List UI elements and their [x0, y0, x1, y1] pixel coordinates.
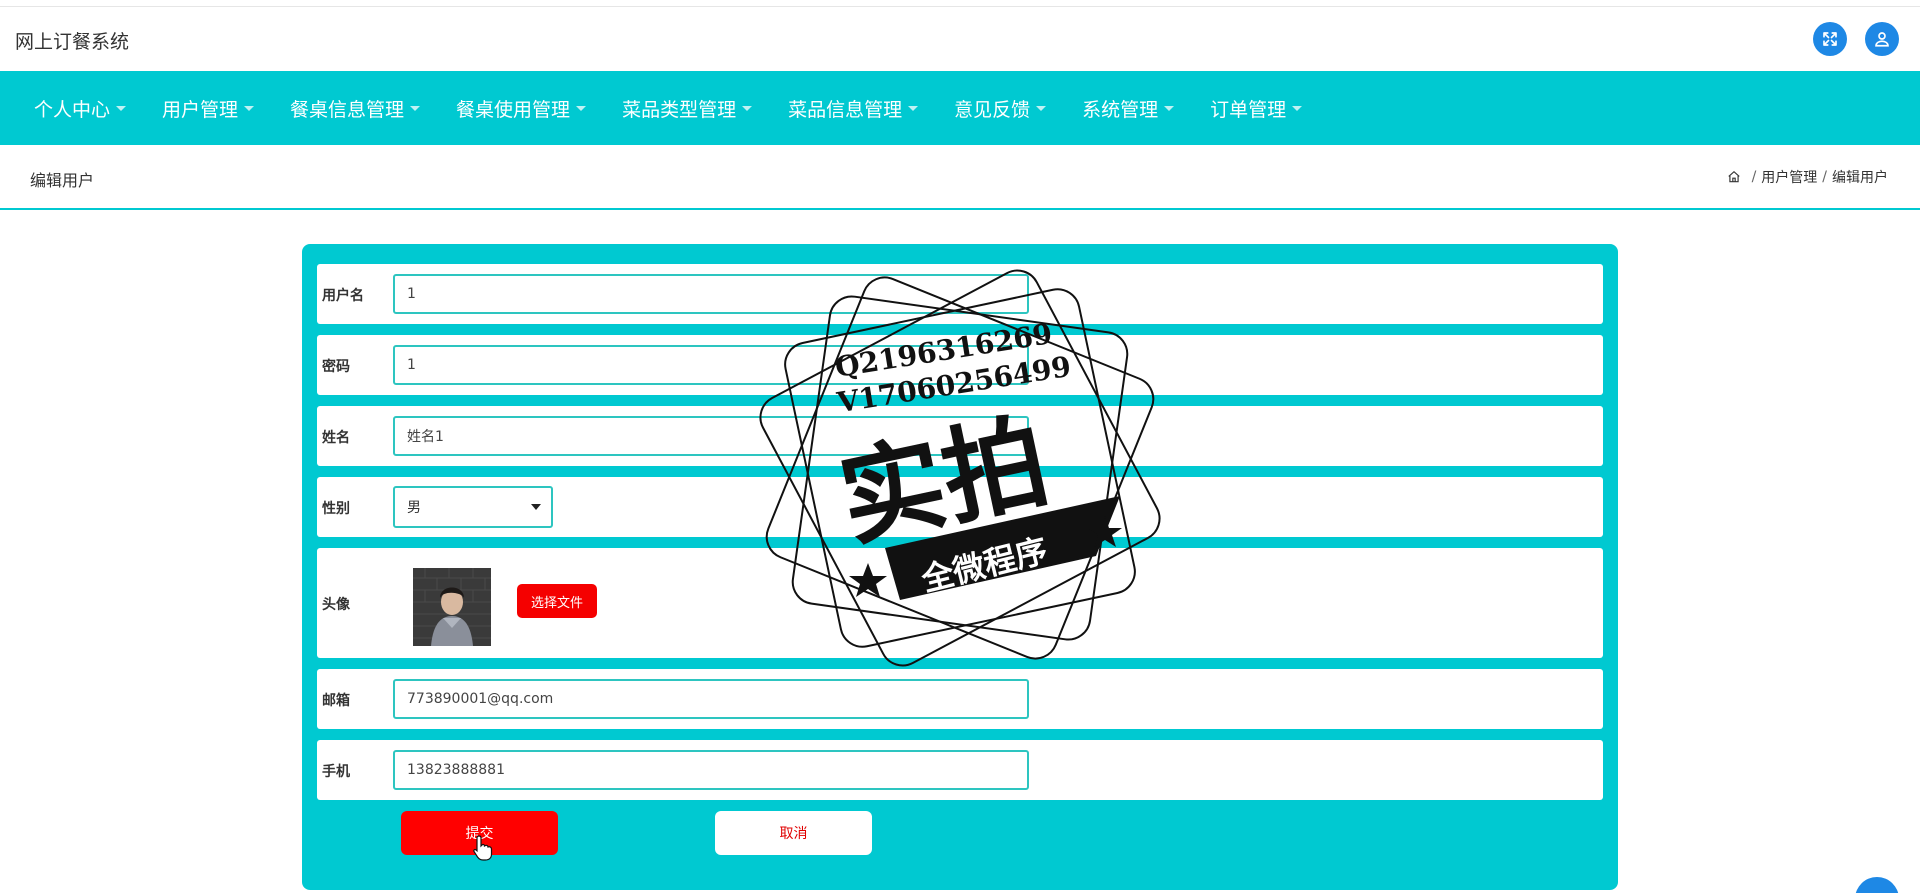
- main-nav: 个人中心 用户管理 餐桌信息管理 餐桌使用管理 菜品类型管理 菜品信息管理 意见…: [0, 71, 1920, 145]
- caret-down-icon: [1292, 105, 1303, 111]
- phone-label: 手机: [322, 764, 350, 780]
- floating-action-button[interactable]: [1855, 877, 1899, 893]
- user-icon: [1875, 32, 1889, 47]
- user-button[interactable]: [1865, 22, 1899, 56]
- fullscreen-button[interactable]: [1813, 22, 1847, 56]
- avatar-label: 头像: [322, 597, 350, 613]
- password-label: 密码: [322, 359, 350, 375]
- nav-item-label: 菜品类型管理: [622, 98, 737, 121]
- nav-item-user-management[interactable]: 用户管理: [162, 95, 255, 122]
- nav-item-label: 餐桌使用管理: [456, 98, 571, 121]
- choose-file-button[interactable]: 选择文件: [517, 584, 597, 618]
- nav-item-feedback[interactable]: 意见反馈: [954, 95, 1047, 122]
- hand-cursor-icon: [473, 835, 493, 861]
- nav-item-label: 个人中心: [34, 98, 111, 121]
- nav-item-label: 意见反馈: [954, 98, 1031, 121]
- home-icon[interactable]: [1727, 170, 1741, 184]
- nav-item-label: 系统管理: [1082, 98, 1159, 121]
- nav-item-personal-center[interactable]: 个人中心: [34, 95, 127, 122]
- caret-down-icon: [576, 105, 587, 111]
- breadcrumb: / 用户管理 / 编辑用户: [1727, 167, 1888, 187]
- breadcrumb-item-edit-user: 编辑用户: [1832, 170, 1888, 186]
- caret-down-icon: [908, 105, 919, 111]
- expand-icon: [1823, 32, 1837, 46]
- email-input[interactable]: [393, 679, 1029, 719]
- phone-input[interactable]: [393, 750, 1029, 790]
- caret-down-icon: [244, 105, 255, 111]
- gender-label: 性别: [322, 501, 350, 517]
- app-root: 网上订餐系统 个人中心 用户管理 餐桌信息管理 餐桌使用管理 菜品类型管理 菜品…: [0, 0, 1920, 893]
- gender-selected-value: 男: [407, 500, 421, 516]
- cancel-button[interactable]: 取消: [715, 811, 872, 855]
- gender-select[interactable]: 男: [393, 486, 553, 528]
- caret-down-icon: [410, 105, 421, 111]
- nav-item-system[interactable]: 系统管理: [1082, 95, 1175, 122]
- app-title: 网上订餐系统: [15, 31, 130, 53]
- top-strip: [0, 0, 1920, 7]
- breadcrumb-bar: 编辑用户 / 用户管理 / 编辑用户: [0, 145, 1920, 210]
- nav-item-table-usage[interactable]: 餐桌使用管理: [456, 95, 587, 122]
- breadcrumb-item-user-management[interactable]: 用户管理: [1761, 167, 1817, 187]
- caret-down-icon: [1036, 105, 1047, 111]
- header: 网上订餐系统: [0, 7, 1920, 71]
- page-title: 编辑用户: [30, 171, 95, 190]
- caret-down-icon: [742, 105, 753, 111]
- breadcrumb-separator: /: [1822, 169, 1827, 185]
- caret-down-icon: [116, 105, 127, 111]
- nav-item-dish-type[interactable]: 菜品类型管理: [622, 95, 753, 122]
- form-row-email: 邮箱: [317, 669, 1603, 729]
- nav-item-orders[interactable]: 订单管理: [1210, 95, 1303, 122]
- nav-item-dish-info[interactable]: 菜品信息管理: [788, 95, 919, 122]
- email-label: 邮箱: [322, 693, 350, 709]
- nav-item-label: 餐桌信息管理: [290, 98, 405, 121]
- watermark-stamp: Q2196316269 V17060256499 实拍 全微程序: [750, 258, 1170, 678]
- form-row-phone: 手机: [317, 740, 1603, 800]
- nav-item-label: 菜品信息管理: [788, 98, 903, 121]
- username-label: 用户名: [322, 288, 364, 304]
- caret-down-icon: [1164, 105, 1175, 111]
- nav-item-table-info[interactable]: 餐桌信息管理: [290, 95, 421, 122]
- avatar-image: [413, 568, 491, 646]
- name-label: 姓名: [322, 430, 350, 446]
- chevron-down-icon: [531, 504, 541, 510]
- nav-item-label: 用户管理: [162, 98, 239, 121]
- breadcrumb-separator: /: [1751, 169, 1757, 185]
- nav-item-label: 订单管理: [1210, 98, 1287, 121]
